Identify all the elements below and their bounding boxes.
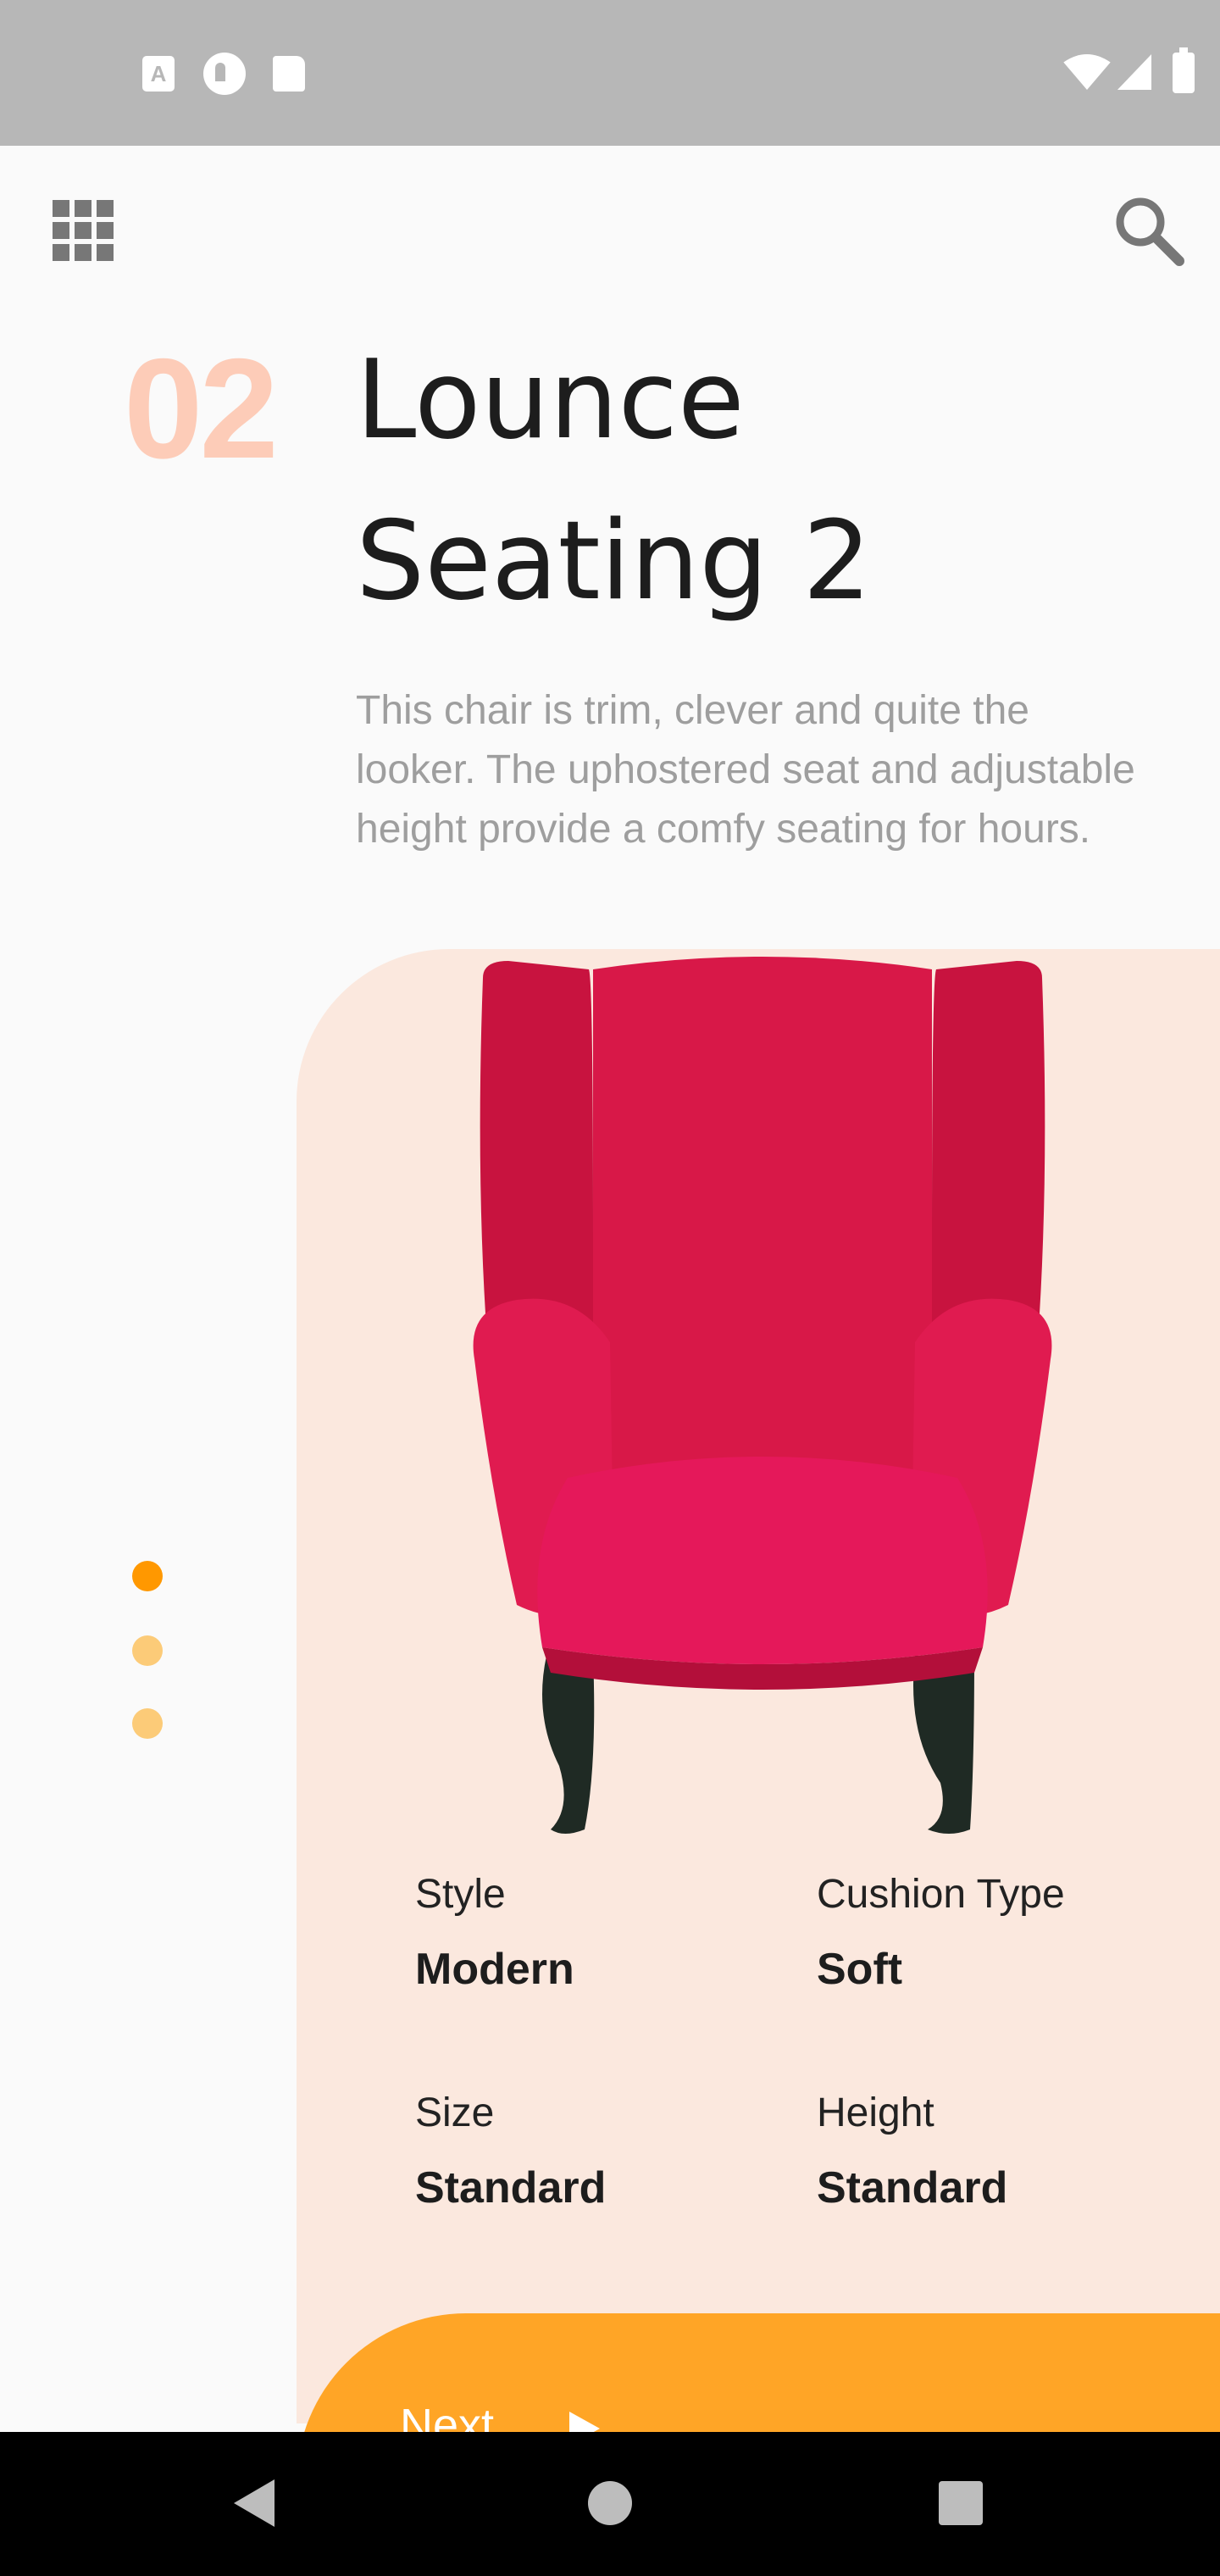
pager-dot-1-active[interactable]	[132, 1561, 163, 1591]
product-title: Lounce Seating 2	[356, 320, 1152, 642]
spec-label: Style	[415, 1872, 506, 1917]
signal-icon	[1117, 54, 1152, 90]
spec-label: Height	[817, 2090, 934, 2135]
product-title-line-1: Lounce	[356, 337, 745, 464]
search-icon[interactable]	[1110, 192, 1186, 268]
spec-value: Standard	[817, 2163, 1008, 2212]
spec-value: Standard	[415, 2163, 607, 2212]
red-wingback-chair-image	[473, 957, 1052, 1834]
spec-label: Cushion Type	[817, 1872, 1065, 1917]
product-number: 02	[124, 329, 279, 488]
battery-icon	[1173, 47, 1195, 93]
spec-cushion-type: Cushion Type Soft	[817, 1869, 1065, 1996]
spec-height: Height Standard	[817, 2088, 1007, 2215]
recents-icon[interactable]	[939, 2481, 983, 2525]
grid-menu-icon[interactable]	[53, 200, 114, 261]
p-circle-icon	[203, 53, 246, 95]
spec-value: Soft	[817, 1945, 903, 1994]
product-description: This chair is trim, clever and quite the…	[356, 688, 1135, 852]
spec-style: Style Modern	[415, 1869, 574, 1996]
product-title-line-2: Seating 2	[356, 498, 872, 625]
status-bar: A	[0, 0, 1220, 146]
pager-dot-2[interactable]	[132, 1635, 163, 1666]
home-icon[interactable]	[588, 2481, 632, 2525]
text-a-icon: A	[142, 56, 175, 92]
spec-value: Modern	[415, 1945, 574, 1994]
spec-size: Size Standard	[415, 2088, 606, 2215]
wifi-icon	[1063, 54, 1111, 90]
pager-dot-3[interactable]	[132, 1708, 163, 1739]
back-icon[interactable]	[234, 2479, 274, 2527]
sd-card-icon	[273, 56, 305, 92]
spec-label: Size	[415, 2090, 495, 2135]
